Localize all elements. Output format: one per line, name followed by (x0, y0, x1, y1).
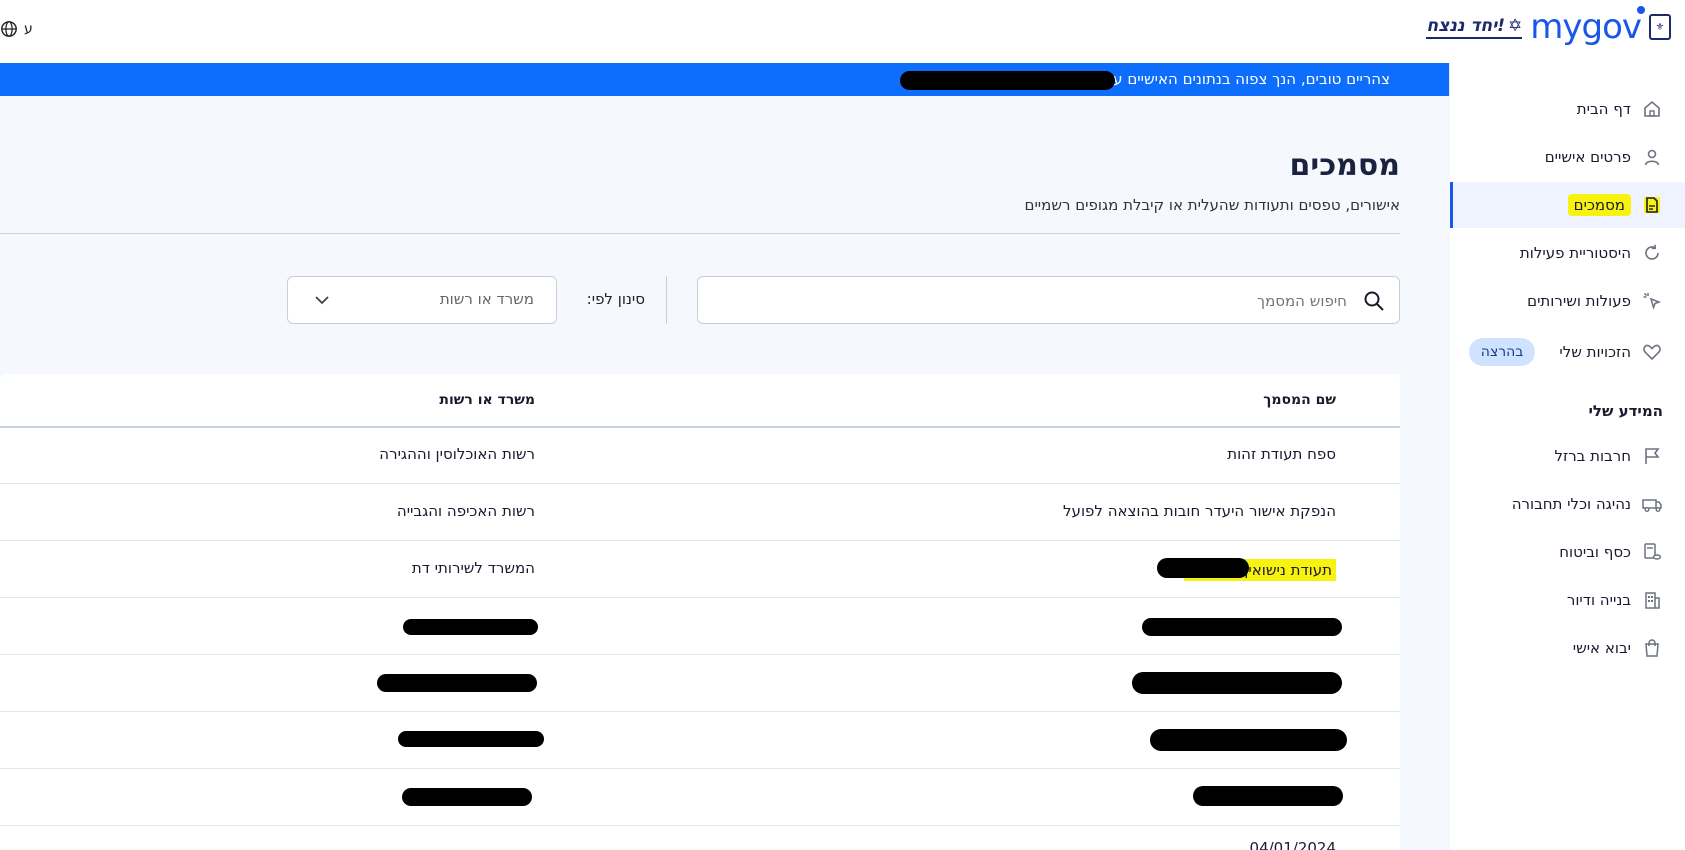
state-emblem-icon: ⚜ (1649, 14, 1671, 40)
sidebar-item-services[interactable]: פעולות ושירותים (1450, 278, 1685, 324)
table-row[interactable] (0, 768, 1400, 826)
office-filter-value: משרד או רשות (439, 290, 534, 308)
office-filter-select[interactable]: משרד או רשות (287, 276, 557, 324)
sidebar-item-documents[interactable]: מסמכים (1450, 182, 1685, 228)
table-row[interactable] (0, 654, 1400, 712)
mygov-logo: mygov (1530, 6, 1645, 44)
office-name: המשרד לשירותי דת (411, 559, 535, 577)
redacted-mark (1193, 786, 1343, 806)
sidebar-item-housing[interactable]: בנייה ודיור (1450, 577, 1685, 623)
home-icon (1641, 98, 1663, 120)
table-row[interactable]: הנפקת אישור היעדר חובות בהוצאה לפועל רשו… (0, 483, 1400, 541)
table-row[interactable] (0, 711, 1400, 769)
table-header: שם המסמך משרד או רשות (0, 374, 1400, 428)
column-header-document[interactable]: שם המסמך (1263, 392, 1336, 408)
redacted-mark (900, 71, 1115, 90)
redacted-mark (402, 788, 532, 806)
redacted-mark (377, 674, 537, 692)
document-name: הנפקת אישור היעדר חובות בהוצאה לפועל (1063, 502, 1336, 520)
table-row[interactable]: 04/01/2024 (0, 825, 1400, 850)
beta-badge: בהרצה (1468, 338, 1536, 366)
redacted-mark (1132, 672, 1342, 694)
sidebar-item-money[interactable]: כסף וביטוח (1450, 529, 1685, 575)
brand-slogan: יחד ננצח! ✡ (1426, 15, 1523, 39)
language-switcher[interactable]: ע (0, 20, 33, 38)
car-icon (1641, 493, 1663, 515)
documents-table: שם המסמך משרד או רשות ספח תעודת זהות רשו… (0, 374, 1400, 850)
page-title: מסמכים (1289, 148, 1400, 183)
filter-divider (666, 276, 667, 324)
table-row[interactable]: ספח תעודת זהות רשות האוכלוסין וההגירה (0, 426, 1400, 484)
table-row[interactable] (0, 597, 1400, 655)
sidebar: דף הבית פרטים אישיים מסמכים היסטוריית פע… (1449, 63, 1685, 850)
office-name: רשות האכיפה והגבייה (396, 502, 535, 520)
table-row[interactable]: תעודת נישואין המשרד לשירותי דת (0, 540, 1400, 598)
sidebar-item-personal[interactable]: פרטים אישיים (1450, 134, 1685, 180)
redacted-mark (403, 619, 538, 635)
search-box[interactable] (697, 276, 1400, 325)
redacted-mark (398, 731, 544, 747)
office-name: רשות האוכלוסין וההגירה (379, 445, 535, 463)
sidebar-item-history[interactable]: היסטוריית פעילות (1450, 230, 1685, 276)
main-content: מסמכים אישורים, טפסים ותעודות שהעלית או … (0, 96, 1450, 850)
money-icon (1641, 541, 1663, 563)
sidebar-item-rights[interactable]: הזכויות שלי בהרצה (1450, 328, 1685, 376)
star-of-david-icon: ✡ (1508, 15, 1523, 36)
sidebar-item-iron-swords[interactable]: חרבות ברזל (1450, 433, 1685, 479)
flag-icon (1641, 445, 1663, 467)
partial-date: 04/01/2024 (1249, 839, 1336, 850)
redacted-mark (1157, 558, 1249, 578)
click-icon (1641, 290, 1663, 312)
sidebar-item-driving[interactable]: נהיגה וכלי תחבורה (1450, 481, 1685, 527)
top-bar: ע יחד ננצח! ✡ mygov ⚜ (0, 0, 1685, 64)
heart-icon (1641, 341, 1663, 363)
redacted-mark (1150, 729, 1347, 751)
language-label: ע (24, 21, 33, 37)
column-header-office[interactable]: משרד או רשות (439, 392, 535, 408)
filter-label: סינון לפי: (586, 290, 645, 308)
greeting-strip: צהריים טובים, הנך צפוה בנתונים האישיים ע… (0, 63, 1450, 96)
globe-icon (0, 20, 18, 38)
person-icon (1641, 146, 1663, 168)
redacted-mark (1142, 618, 1342, 636)
document-icon (1641, 194, 1663, 216)
page-subtitle: אישורים, טפסים ותעודות שהעלית או קיבלת מ… (1024, 196, 1400, 214)
sidebar-item-home[interactable]: דף הבית (1450, 86, 1685, 132)
bag-icon (1641, 637, 1663, 659)
sidebar-item-import[interactable]: יבוא אישי (1450, 625, 1685, 671)
history-icon (1641, 242, 1663, 264)
divider (0, 233, 1400, 234)
document-name: ספח תעודת זהות (1227, 445, 1336, 463)
search-icon (1363, 290, 1385, 316)
greeting-text: צהריים טובים, הנך צפוה בנתונים האישיים ע… (1104, 70, 1390, 88)
my-info-section-title: המידע שלי (1588, 402, 1663, 420)
search-input[interactable] (725, 277, 1349, 325)
brand-logo[interactable]: יחד ננצח! ✡ mygov ⚜ (1426, 6, 1671, 44)
building-icon (1641, 589, 1663, 611)
chevron-down-icon (314, 292, 330, 312)
